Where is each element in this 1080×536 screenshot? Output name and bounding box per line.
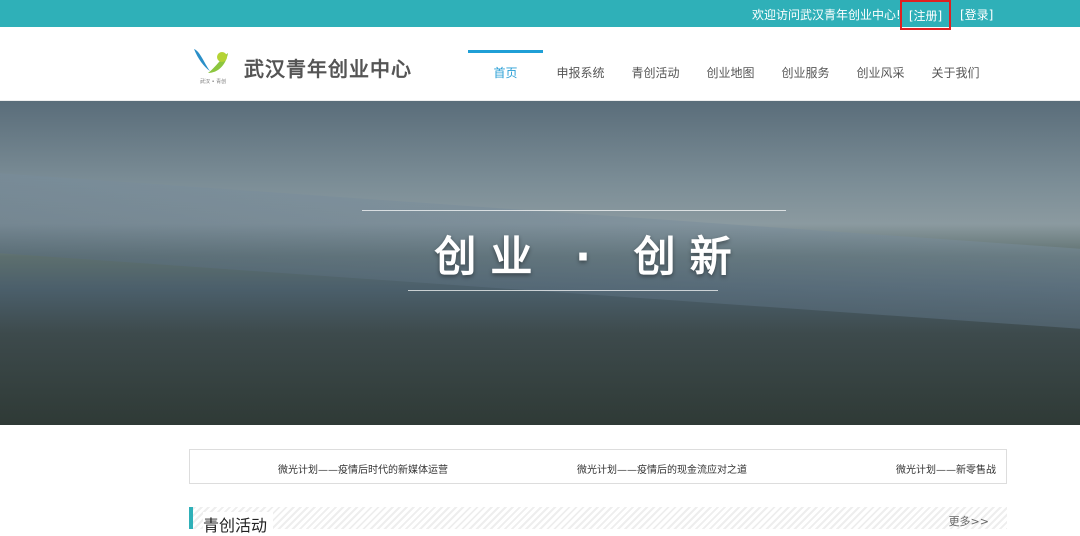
nav-about[interactable]: 关于我们 [918,50,993,102]
site-title[interactable]: 武汉青年创业中心 [244,53,412,82]
login-link[interactable]: [登录] [960,6,993,23]
top-bar: 欢迎访问武汉青年创业中心! [注册] [登录] [0,0,1080,30]
register-link[interactable]: [注册] [900,0,951,30]
logo-icon[interactable]: 武汉 • 青创 [192,45,232,85]
header: 武汉 • 青创 武汉青年创业中心 首页 申报系统 青创活动 创业地图 创业服务 … [0,27,1080,101]
nav-activities[interactable]: 青创活动 [618,50,693,102]
nav-showcase[interactable]: 创业风采 [843,50,918,102]
hero-banner[interactable]: 创业 · 创新 [0,101,1080,425]
main-nav: 首页 申报系统 青创活动 创业地图 创业服务 创业风采 关于我们 [468,50,993,102]
nav-map[interactable]: 创业地图 [693,50,768,102]
divider [408,290,718,291]
news-ticker: 微光计划——疫情后时代的新媒体运营 微光计划——疫情后的现金流应对之道 微光计划… [189,449,1007,484]
section-header: 青创活动 更多>> [189,507,1007,536]
svg-text:武汉 • 青创: 武汉 • 青创 [200,78,226,85]
hero-slogan: 创业 · 创新 [434,232,746,281]
news-item[interactable]: 微光计划——疫情后时代的新媒体运营 [278,461,448,476]
nav-home[interactable]: 首页 [468,50,543,102]
section-accent [189,507,193,529]
nav-services[interactable]: 创业服务 [768,50,843,102]
welcome-text: 欢迎访问武汉青年创业中心! [752,8,901,22]
more-link[interactable]: 更多>> [949,513,989,529]
news-item[interactable]: 微光计划——新零售战 [896,461,996,476]
divider [362,210,786,211]
nav-apply-system[interactable]: 申报系统 [543,50,618,102]
section-title: 青创活动 [203,512,274,536]
news-item[interactable]: 微光计划——疫情后的现金流应对之道 [577,461,747,476]
